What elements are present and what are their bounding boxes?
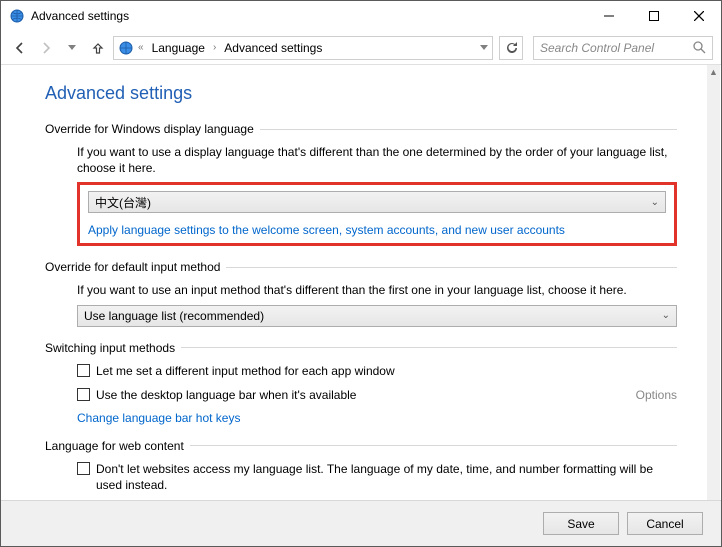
minimize-button[interactable] (586, 1, 631, 31)
chevron-right-icon: › (213, 42, 216, 53)
apply-welcome-link[interactable]: Apply language settings to the welcome s… (88, 223, 565, 237)
breadcrumb-sep-root: « (138, 42, 144, 53)
window-title: Advanced settings (31, 9, 129, 23)
search-input[interactable]: Search Control Panel (533, 36, 713, 60)
input-method-combo[interactable]: Use language list (recommended) ⌄ (77, 305, 677, 327)
page-title: Advanced settings (45, 83, 677, 104)
highlight-box: 中文(台灣) ⌄ Apply language settings to the … (77, 182, 677, 246)
search-placeholder: Search Control Panel (540, 41, 654, 55)
breadcrumb-icon (118, 40, 134, 56)
per-app-input-label: Let me set a different input method for … (96, 363, 677, 379)
group-display-language: Override for Windows display language If… (45, 122, 677, 246)
scroll-up-icon[interactable]: ▲ (707, 65, 720, 79)
group-display-desc: If you want to use a display language th… (77, 144, 677, 176)
group-web-content: Language for web content Don't let websi… (45, 439, 677, 493)
block-web-lang-label: Don't let websites access my language li… (96, 461, 677, 493)
breadcrumb-dropdown-icon[interactable] (480, 45, 488, 51)
forward-button[interactable] (35, 37, 57, 59)
display-language-combo[interactable]: 中文(台灣) ⌄ (88, 191, 666, 213)
langbar-options-link[interactable]: Options (636, 388, 677, 402)
refresh-button[interactable] (499, 36, 523, 60)
divider (190, 445, 677, 446)
maximize-button[interactable] (631, 1, 676, 31)
save-button[interactable]: Save (543, 512, 619, 535)
group-input-desc: If you want to use an input method that'… (77, 282, 677, 298)
breadcrumb[interactable]: « Language › Advanced settings (113, 36, 493, 60)
breadcrumb-language[interactable]: Language (148, 39, 209, 57)
desktop-langbar-label: Use the desktop language bar when it's a… (96, 387, 356, 403)
hotkeys-link[interactable]: Change language bar hot keys (77, 411, 240, 425)
group-switching: Switching input methods Let me set a dif… (45, 341, 677, 425)
nav-toolbar: « Language › Advanced settings Search Co… (1, 31, 721, 65)
group-web-header: Language for web content (45, 439, 184, 453)
search-icon (693, 41, 706, 54)
vertical-scrollbar[interactable]: ▲ (707, 65, 720, 500)
divider (181, 347, 677, 348)
input-method-value: Use language list (recommended) (84, 309, 264, 323)
content-area: Advanced settings Override for Windows d… (1, 65, 707, 500)
display-language-value: 中文(台灣) (95, 194, 151, 211)
desktop-langbar-checkbox[interactable] (77, 388, 90, 401)
footer: Save Cancel (1, 500, 721, 546)
group-input-header: Override for default input method (45, 260, 220, 274)
history-dropdown[interactable] (61, 37, 83, 59)
chevron-down-icon: ⌄ (651, 197, 659, 208)
per-app-input-checkbox[interactable] (77, 364, 90, 377)
app-icon (9, 8, 25, 24)
divider (260, 129, 677, 130)
up-button[interactable] (87, 37, 109, 59)
block-web-lang-checkbox[interactable] (77, 462, 90, 475)
group-display-header: Override for Windows display language (45, 122, 254, 136)
chevron-down-icon: ⌄ (662, 310, 670, 321)
group-input-method: Override for default input method If you… (45, 260, 677, 326)
close-button[interactable] (676, 1, 721, 31)
window-titlebar: Advanced settings (1, 1, 721, 31)
group-switching-header: Switching input methods (45, 341, 175, 355)
divider (226, 267, 677, 268)
cancel-button[interactable]: Cancel (627, 512, 703, 535)
breadcrumb-advanced-settings[interactable]: Advanced settings (220, 39, 326, 57)
back-button[interactable] (9, 37, 31, 59)
